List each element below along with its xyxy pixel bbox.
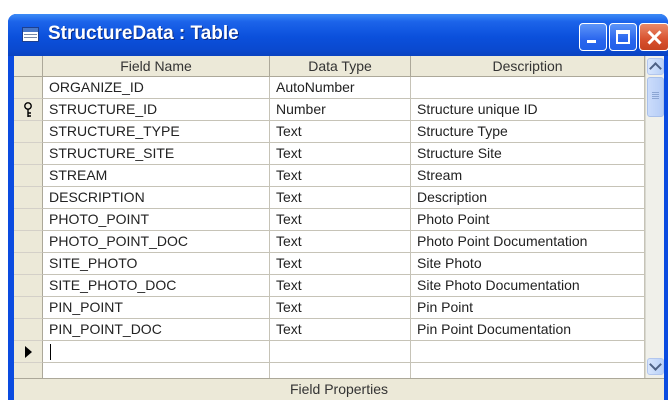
data-type-cell[interactable]: AutoNumber bbox=[270, 77, 411, 99]
field-row[interactable]: PHOTO_POINT Text Photo Point bbox=[14, 209, 645, 231]
row-selector[interactable] bbox=[14, 209, 43, 231]
field-name-cell[interactable]: SITE_PHOTO_DOC bbox=[43, 275, 270, 297]
field-name-cell[interactable]: STRUCTURE_ID bbox=[43, 99, 270, 121]
field-name-cell[interactable]: ORGANIZE_ID bbox=[43, 77, 270, 99]
data-type-cell[interactable]: Text bbox=[270, 275, 411, 297]
row-selector[interactable] bbox=[14, 341, 43, 363]
maximize-button[interactable] bbox=[609, 23, 637, 51]
field-row[interactable]: DESCRIPTION Text Description bbox=[14, 187, 645, 209]
field-row[interactable]: PHOTO_POINT_DOC Text Photo Point Documenta… bbox=[14, 231, 645, 253]
data-type-cell[interactable]: Text bbox=[270, 209, 411, 231]
row-selector-header[interactable] bbox=[14, 56, 43, 77]
field-name-cell[interactable]: PHOTO_POINT bbox=[43, 209, 270, 231]
row-selector[interactable] bbox=[14, 319, 43, 341]
field-row[interactable] bbox=[14, 341, 645, 363]
field-row[interactable]: ORGANIZE_ID AutoNumber bbox=[14, 77, 645, 99]
row-selector[interactable] bbox=[14, 297, 43, 319]
text-cursor bbox=[50, 344, 51, 360]
window-title: StructureData : Table bbox=[48, 23, 239, 44]
maximize-icon bbox=[610, 24, 636, 50]
field-name-cell[interactable]: STRUCTURE_SITE bbox=[43, 143, 270, 165]
description-cell[interactable]: Photo Point Documentation bbox=[411, 231, 645, 253]
data-type-cell[interactable] bbox=[270, 341, 411, 363]
field-row[interactable]: STRUCTURE_TYPE Text Structure Type bbox=[14, 121, 645, 143]
row-selector[interactable] bbox=[14, 121, 43, 143]
data-type-cell[interactable]: Text bbox=[270, 121, 411, 143]
row-selector[interactable] bbox=[14, 253, 43, 275]
description-cell[interactable] bbox=[411, 77, 645, 99]
row-selector[interactable] bbox=[14, 77, 43, 99]
field-name-cell[interactable]: STREAM bbox=[43, 165, 270, 187]
data-type-cell[interactable]: Text bbox=[270, 187, 411, 209]
field-row[interactable]: SITE_PHOTO Text Site Photo bbox=[14, 253, 645, 275]
data-type-cell[interactable]: Text bbox=[270, 319, 411, 341]
column-header-data-type[interactable]: Data Type bbox=[270, 56, 411, 77]
description-cell[interactable]: Structure Site bbox=[411, 143, 645, 165]
field-row[interactable]: PIN_POINT_DOC Text Pin Point Documentation bbox=[14, 319, 645, 341]
description-cell[interactable]: Photo Point bbox=[411, 209, 645, 231]
table-design-area: Field Name Data Type Description ORGANIZ… bbox=[14, 56, 664, 400]
scroll-up-button[interactable] bbox=[647, 58, 664, 75]
row-selector[interactable] bbox=[14, 231, 43, 253]
description-cell[interactable]: Pin Point Documentation bbox=[411, 319, 645, 341]
field-name-cell[interactable]: DESCRIPTION bbox=[43, 187, 270, 209]
field-name-cell[interactable]: PIN_POINT bbox=[43, 297, 270, 319]
scroll-down-button[interactable] bbox=[647, 358, 664, 375]
field-name-cell[interactable]: PIN_POINT_DOC bbox=[43, 319, 270, 341]
field-name-cell[interactable] bbox=[43, 341, 270, 363]
row-selector[interactable] bbox=[14, 165, 43, 187]
field-name-cell[interactable]: PHOTO_POINT_DOC bbox=[43, 231, 270, 253]
description-cell[interactable]: Site Photo Documentation bbox=[411, 275, 645, 297]
close-icon bbox=[640, 24, 668, 50]
row-selector[interactable] bbox=[14, 99, 43, 121]
field-grid: Field Name Data Type Description ORGANIZ… bbox=[14, 56, 645, 385]
title-bar[interactable]: StructureData : Table bbox=[8, 14, 668, 56]
data-type-cell[interactable]: Text bbox=[270, 143, 411, 165]
primary-key-icon bbox=[24, 102, 32, 117]
current-row-arrow-icon bbox=[25, 346, 32, 358]
data-type-cell[interactable]: Text bbox=[270, 253, 411, 275]
field-properties-header: Field Properties bbox=[14, 378, 664, 400]
data-type-cell[interactable]: Number bbox=[270, 99, 411, 121]
description-cell[interactable]: Stream bbox=[411, 165, 645, 187]
description-cell[interactable]: Site Photo bbox=[411, 253, 645, 275]
vertical-scrollbar[interactable] bbox=[645, 56, 664, 378]
close-button[interactable] bbox=[639, 23, 668, 51]
scroll-thumb[interactable] bbox=[647, 77, 664, 117]
minimize-button[interactable] bbox=[579, 23, 607, 51]
description-cell[interactable] bbox=[411, 341, 645, 363]
description-cell[interactable]: Description bbox=[411, 187, 645, 209]
description-cell[interactable]: Pin Point bbox=[411, 297, 645, 319]
field-row[interactable]: STRUCTURE_ID Number Structure unique ID bbox=[14, 99, 645, 121]
column-header-field-name[interactable]: Field Name bbox=[43, 56, 270, 77]
field-name-cell[interactable]: SITE_PHOTO bbox=[43, 253, 270, 275]
field-row[interactable]: PIN_POINT Text Pin Point bbox=[14, 297, 645, 319]
data-type-cell[interactable]: Text bbox=[270, 165, 411, 187]
description-cell[interactable]: Structure unique ID bbox=[411, 99, 645, 121]
data-type-cell[interactable]: Text bbox=[270, 231, 411, 253]
description-cell[interactable]: Structure Type bbox=[411, 121, 645, 143]
table-icon bbox=[22, 27, 39, 42]
field-name-cell[interactable]: STRUCTURE_TYPE bbox=[43, 121, 270, 143]
minimize-icon bbox=[580, 24, 606, 50]
column-header-description[interactable]: Description bbox=[411, 56, 645, 77]
field-row[interactable]: STRUCTURE_SITE Text Structure Site bbox=[14, 143, 645, 165]
row-selector[interactable] bbox=[14, 275, 43, 297]
row-selector[interactable] bbox=[14, 187, 43, 209]
data-type-cell[interactable]: Text bbox=[270, 297, 411, 319]
table-design-window: StructureData : Table Field Name Data Ty… bbox=[8, 14, 668, 400]
field-row[interactable]: SITE_PHOTO_DOC Text Site Photo Documentati… bbox=[14, 275, 645, 297]
field-row[interactable]: STREAM Text Stream bbox=[14, 165, 645, 187]
row-selector[interactable] bbox=[14, 143, 43, 165]
